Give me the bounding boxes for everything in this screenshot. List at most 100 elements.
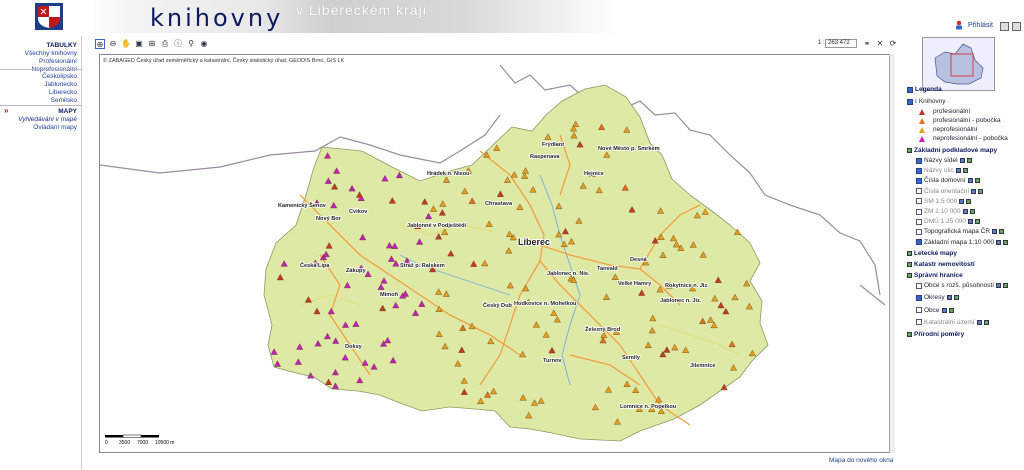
binoculars-icon[interactable]: ⚭ <box>862 39 872 49</box>
nav-divider <box>0 105 82 106</box>
layer-info-icon[interactable] <box>959 158 965 163</box>
admin-layers-item[interactable]: Obce s rozš. působností <box>916 282 1009 289</box>
zoom-in-icon[interactable]: ⊕ <box>95 39 105 49</box>
layer-settings-icon[interactable] <box>1003 283 1009 288</box>
base-layers-item[interactable]: ZM 1:10 000 <box>916 208 975 215</box>
measure-icon[interactable]: ⊞ <box>147 39 157 49</box>
map-canvas[interactable]: Frýdlant Raspenava Nové Město p. Smrkem Hej… <box>100 55 889 452</box>
pan-hand-icon[interactable]: ✋ <box>121 39 131 49</box>
layer-checkbox[interactable] <box>916 188 922 195</box>
layer-group-icon <box>907 251 912 256</box>
map-view[interactable]: Frýdlant Raspenava Nové Město p. Smrkem Hej… <box>99 54 890 453</box>
globe-icon[interactable]: ◉ <box>199 39 209 49</box>
nav-liberecko[interactable]: Liberecko <box>42 89 77 97</box>
layer-checkbox[interactable] <box>916 208 922 215</box>
base-layers-item[interactable]: Čísla domovní <box>916 177 980 184</box>
layer-settings-icon[interactable] <box>969 209 975 214</box>
layer-settings-icon[interactable] <box>966 198 972 204</box>
scale-label-0: 0 <box>105 440 108 446</box>
layer-settings-icon[interactable] <box>978 188 984 194</box>
layer-settings-icon[interactable] <box>948 307 954 313</box>
layer-info-icon[interactable] <box>992 229 998 235</box>
scale-input[interactable]: 263 472 <box>825 39 857 48</box>
layer-checkbox[interactable] <box>916 228 922 235</box>
layer-info-icon[interactable] <box>996 239 1002 245</box>
layer-checkbox[interactable] <box>916 177 922 184</box>
layer-checkbox[interactable] <box>916 319 922 326</box>
map-new-window-link[interactable]: Mapa do nového okna <box>829 457 893 464</box>
base-layers-item[interactable]: Názvy sídel <box>916 157 972 164</box>
overview-map-canvas[interactable] <box>923 38 994 90</box>
close-icon[interactable]: ✕ <box>875 39 885 49</box>
print-icon[interactable] <box>1000 22 1009 31</box>
base-layers-item[interactable]: Topografická mapa ČR <box>916 228 1005 235</box>
legend-row[interactable]: Legenda <box>907 86 942 93</box>
nav-professional[interactable]: Profesionální <box>25 58 77 66</box>
layer-checkbox[interactable] <box>916 307 922 314</box>
layer-checkbox[interactable] <box>916 294 922 301</box>
layer-info-icon[interactable] <box>971 188 977 194</box>
scale-label-1: 3500 <box>119 440 130 446</box>
layer-info-icon[interactable] <box>967 178 973 184</box>
layer-checkbox[interactable] <box>916 282 922 289</box>
nav-map-search[interactable]: Vyhledávání v mapě <box>18 116 77 124</box>
layer-info-icon[interactable] <box>962 209 968 214</box>
legend-checkbox[interactable] <box>907 86 913 93</box>
layer-settings-icon[interactable] <box>966 158 972 163</box>
cadastre-group[interactable]: Katastr nemovitostí <box>907 261 975 268</box>
layer-settings-icon[interactable] <box>1003 239 1009 245</box>
aerial-maps-title: Letecké mapy <box>914 250 957 257</box>
layer-info-icon[interactable] <box>941 307 947 313</box>
base-layers-item[interactable]: Názvy ulic <box>916 167 968 174</box>
user-icon[interactable] <box>954 20 964 30</box>
admin-layers-item[interactable]: Katastrální území <box>916 319 989 326</box>
layer-info-icon[interactable] <box>959 198 965 204</box>
select-icon[interactable]: ▣ <box>134 39 144 49</box>
map-side-scrollbar[interactable] <box>889 54 895 453</box>
layer-checkbox[interactable] <box>916 167 922 174</box>
layer-checkbox[interactable] <box>916 198 922 205</box>
layer-info-icon[interactable] <box>976 319 982 325</box>
overview-map[interactable] <box>922 37 995 91</box>
aerial-maps-group[interactable]: Letecké mapy <box>907 250 957 257</box>
layer-settings-icon[interactable] <box>999 229 1005 235</box>
base-maps-group[interactable]: Základní podkladové mapy <box>907 147 997 154</box>
layer-info-icon[interactable] <box>955 168 961 174</box>
zoom-out-icon[interactable]: ⊖ <box>108 39 118 49</box>
libraries-checkbox[interactable] <box>907 98 913 105</box>
base-layers-item[interactable]: Základní mapa 1:10 000 <box>916 239 1009 246</box>
login-link[interactable]: Přihlásit <box>968 22 993 29</box>
layer-checkbox[interactable] <box>916 218 922 225</box>
nav-map-controls[interactable]: Ovládání mapy <box>18 124 77 132</box>
layer-settings-icon[interactable] <box>962 168 968 174</box>
layer-info-icon[interactable] <box>996 283 1002 288</box>
query-icon[interactable]: ⚲ <box>186 39 196 49</box>
base-layers-item[interactable]: Čísla orientační <box>916 188 984 195</box>
refresh-icon[interactable]: ⟳ <box>888 39 898 49</box>
layer-info-icon[interactable] <box>946 295 952 301</box>
nav-jablonecko[interactable]: Jablonecko <box>42 81 77 89</box>
layer-settings-icon[interactable] <box>974 219 980 225</box>
nav-semilsko[interactable]: Semilsko <box>42 97 77 105</box>
info-icon[interactable]: i <box>915 98 917 105</box>
nav-all-libraries[interactable]: Všechny knihovny <box>25 50 77 58</box>
layer-checkbox[interactable] <box>916 157 922 164</box>
info-icon[interactable]: ⓘ <box>173 39 183 49</box>
base-layers-item[interactable]: SM 1:5 000 <box>916 198 972 205</box>
layer-settings-icon[interactable] <box>974 178 980 184</box>
admin-layers-item[interactable]: Obce <box>916 307 954 314</box>
print-map-icon[interactable]: ⎙ <box>160 39 170 49</box>
layer-settings-icon[interactable] <box>983 319 989 325</box>
layer-settings-icon[interactable] <box>953 295 959 301</box>
nav-ceskolipsko[interactable]: Českolipsko <box>42 73 77 81</box>
nature-group[interactable]: Přírodní poměry <box>907 331 964 338</box>
layer-info-icon[interactable] <box>967 219 973 225</box>
layer-checkbox[interactable] <box>916 239 922 246</box>
admin-layers-item[interactable]: Okresy <box>916 294 959 301</box>
liberec-region-logo-icon[interactable] <box>35 3 63 30</box>
admin-boundaries-group[interactable]: Správní hranice <box>907 272 963 279</box>
scale-label-2: 7000 <box>137 440 148 446</box>
libraries-row[interactable]: i Knihovny <box>907 98 946 105</box>
help-icon[interactable] <box>1012 22 1021 31</box>
base-layers-item[interactable]: DMÚ 1:25 000 <box>916 218 980 225</box>
